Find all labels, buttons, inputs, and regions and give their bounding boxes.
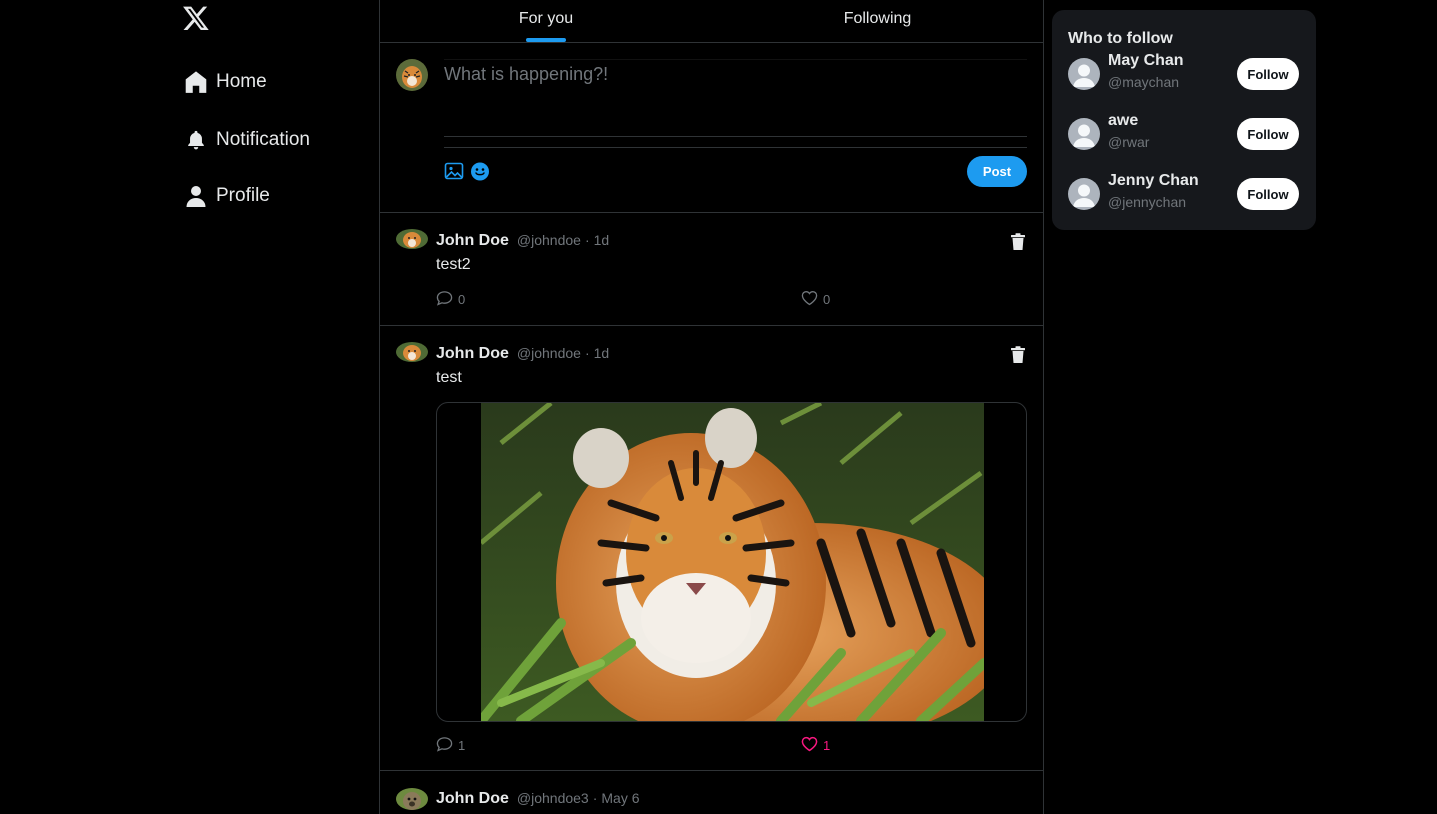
follow-suggestion[interactable]: awe @rwar Follow [1068, 112, 1300, 156]
avatar[interactable] [1068, 178, 1100, 210]
tweet-header: John Doe @johndoe · 1d [436, 232, 609, 250]
bell-icon [180, 124, 212, 156]
home-icon [180, 66, 212, 98]
x-logo-icon[interactable] [182, 4, 210, 32]
reply-button[interactable]: 0 [436, 290, 801, 309]
divider [444, 147, 1027, 148]
tweet[interactable]: John Doe @johndoe3 · May 6 [380, 771, 1043, 814]
avatar[interactable] [396, 788, 428, 810]
compose-toolbar [444, 161, 490, 181]
tweet-text: test [436, 369, 462, 386]
suggestion-handle[interactable]: @maychan [1108, 74, 1179, 90]
person-icon [180, 180, 212, 212]
tweet-timestamp: May 6 [601, 790, 640, 806]
heart-icon [801, 736, 818, 755]
suggestion-name[interactable]: Jenny Chan [1108, 172, 1199, 190]
tweet-actions: 0 0 [436, 290, 856, 309]
tweet-text: test2 [436, 256, 471, 273]
avatar[interactable] [1068, 118, 1100, 150]
like-count: 0 [823, 292, 831, 307]
reply-count: 1 [458, 738, 466, 753]
separator-dot: · [584, 345, 590, 361]
tweet-timestamp: 1d [593, 345, 610, 361]
tweet-author-handle[interactable]: @johndoe [517, 345, 581, 361]
suggestion-handle[interactable]: @jennychan [1108, 194, 1186, 210]
follow-button[interactable]: Follow [1237, 58, 1299, 90]
suggestion-name[interactable]: May Chan [1108, 52, 1184, 70]
main-timeline: For you Following What is happening?! Po… [379, 0, 1044, 814]
nav-profile[interactable]: Profile [180, 176, 270, 216]
avatar[interactable] [396, 342, 428, 362]
nav-profile-label: Profile [216, 185, 270, 206]
trash-icon[interactable] [1010, 233, 1026, 251]
active-tab-indicator [526, 38, 566, 42]
who-to-follow-panel: Who to follow May Chan @maychan Follow a… [1052, 10, 1316, 230]
reply-count: 0 [458, 292, 466, 307]
suggestion-handle[interactable]: @rwar [1108, 134, 1149, 150]
suggestion-name[interactable]: awe [1108, 112, 1138, 130]
separator-dot: · [592, 790, 598, 806]
nav-home-label: Home [216, 71, 267, 92]
tab-following[interactable]: Following [712, 0, 1043, 42]
like-button[interactable]: 0 [801, 290, 830, 309]
tiger-photo [481, 403, 984, 721]
tweet-header: John Doe @johndoe3 · May 6 [436, 790, 640, 808]
tweet-image[interactable] [436, 402, 1027, 722]
tweet-timestamp: 1d [593, 232, 610, 248]
heart-icon [801, 290, 818, 309]
follow-suggestion[interactable]: Jenny Chan @jennychan Follow [1068, 172, 1300, 216]
tweet-author-handle[interactable]: @johndoe [517, 232, 581, 248]
tweet-composer: What is happening?! Post [380, 43, 1043, 213]
left-nav: Home Notification Profile [180, 0, 379, 814]
image-icon[interactable] [444, 161, 464, 181]
nav-notification[interactable]: Notification [180, 120, 310, 160]
avatar[interactable] [396, 59, 428, 91]
timeline-tabs: For you Following [380, 0, 1043, 43]
like-count: 1 [823, 738, 831, 753]
tweet-header: John Doe @johndoe · 1d [436, 345, 609, 363]
tweet-author-handle[interactable]: @johndoe3 [517, 790, 589, 806]
separator-dot: · [584, 232, 590, 248]
emoji-icon[interactable] [470, 161, 490, 181]
follow-suggestion[interactable]: May Chan @maychan Follow [1068, 52, 1300, 96]
tweet[interactable]: John Doe @johndoe · 1d test2 0 0 [380, 213, 1043, 326]
tweet-author-name[interactable]: John Doe [436, 790, 509, 808]
trash-icon[interactable] [1010, 346, 1026, 364]
app-page: Home Notification Profile For you Follow… [0, 0, 1437, 814]
tweet-author-name[interactable]: John Doe [436, 232, 509, 250]
avatar[interactable] [1068, 58, 1100, 90]
like-button[interactable]: 1 [801, 736, 830, 755]
post-button[interactable]: Post [967, 156, 1027, 187]
tweet-author-name[interactable]: John Doe [436, 345, 509, 363]
avatar[interactable] [396, 229, 428, 249]
compose-placeholder: What is happening?! [444, 64, 609, 84]
tweet[interactable]: John Doe @johndoe · 1d test 1 1 [380, 326, 1043, 771]
follow-button[interactable]: Follow [1237, 178, 1299, 210]
reply-icon [436, 290, 453, 309]
reply-button[interactable]: 1 [436, 736, 801, 755]
follow-button[interactable]: Follow [1237, 118, 1299, 150]
tweet-actions: 1 1 [436, 736, 856, 755]
who-to-follow-title: Who to follow [1068, 30, 1173, 47]
nav-notification-label: Notification [216, 129, 310, 150]
reply-icon [436, 736, 453, 755]
compose-input[interactable]: What is happening?! [444, 59, 1027, 137]
nav-home[interactable]: Home [180, 62, 267, 102]
tab-for-you[interactable]: For you [380, 0, 712, 42]
